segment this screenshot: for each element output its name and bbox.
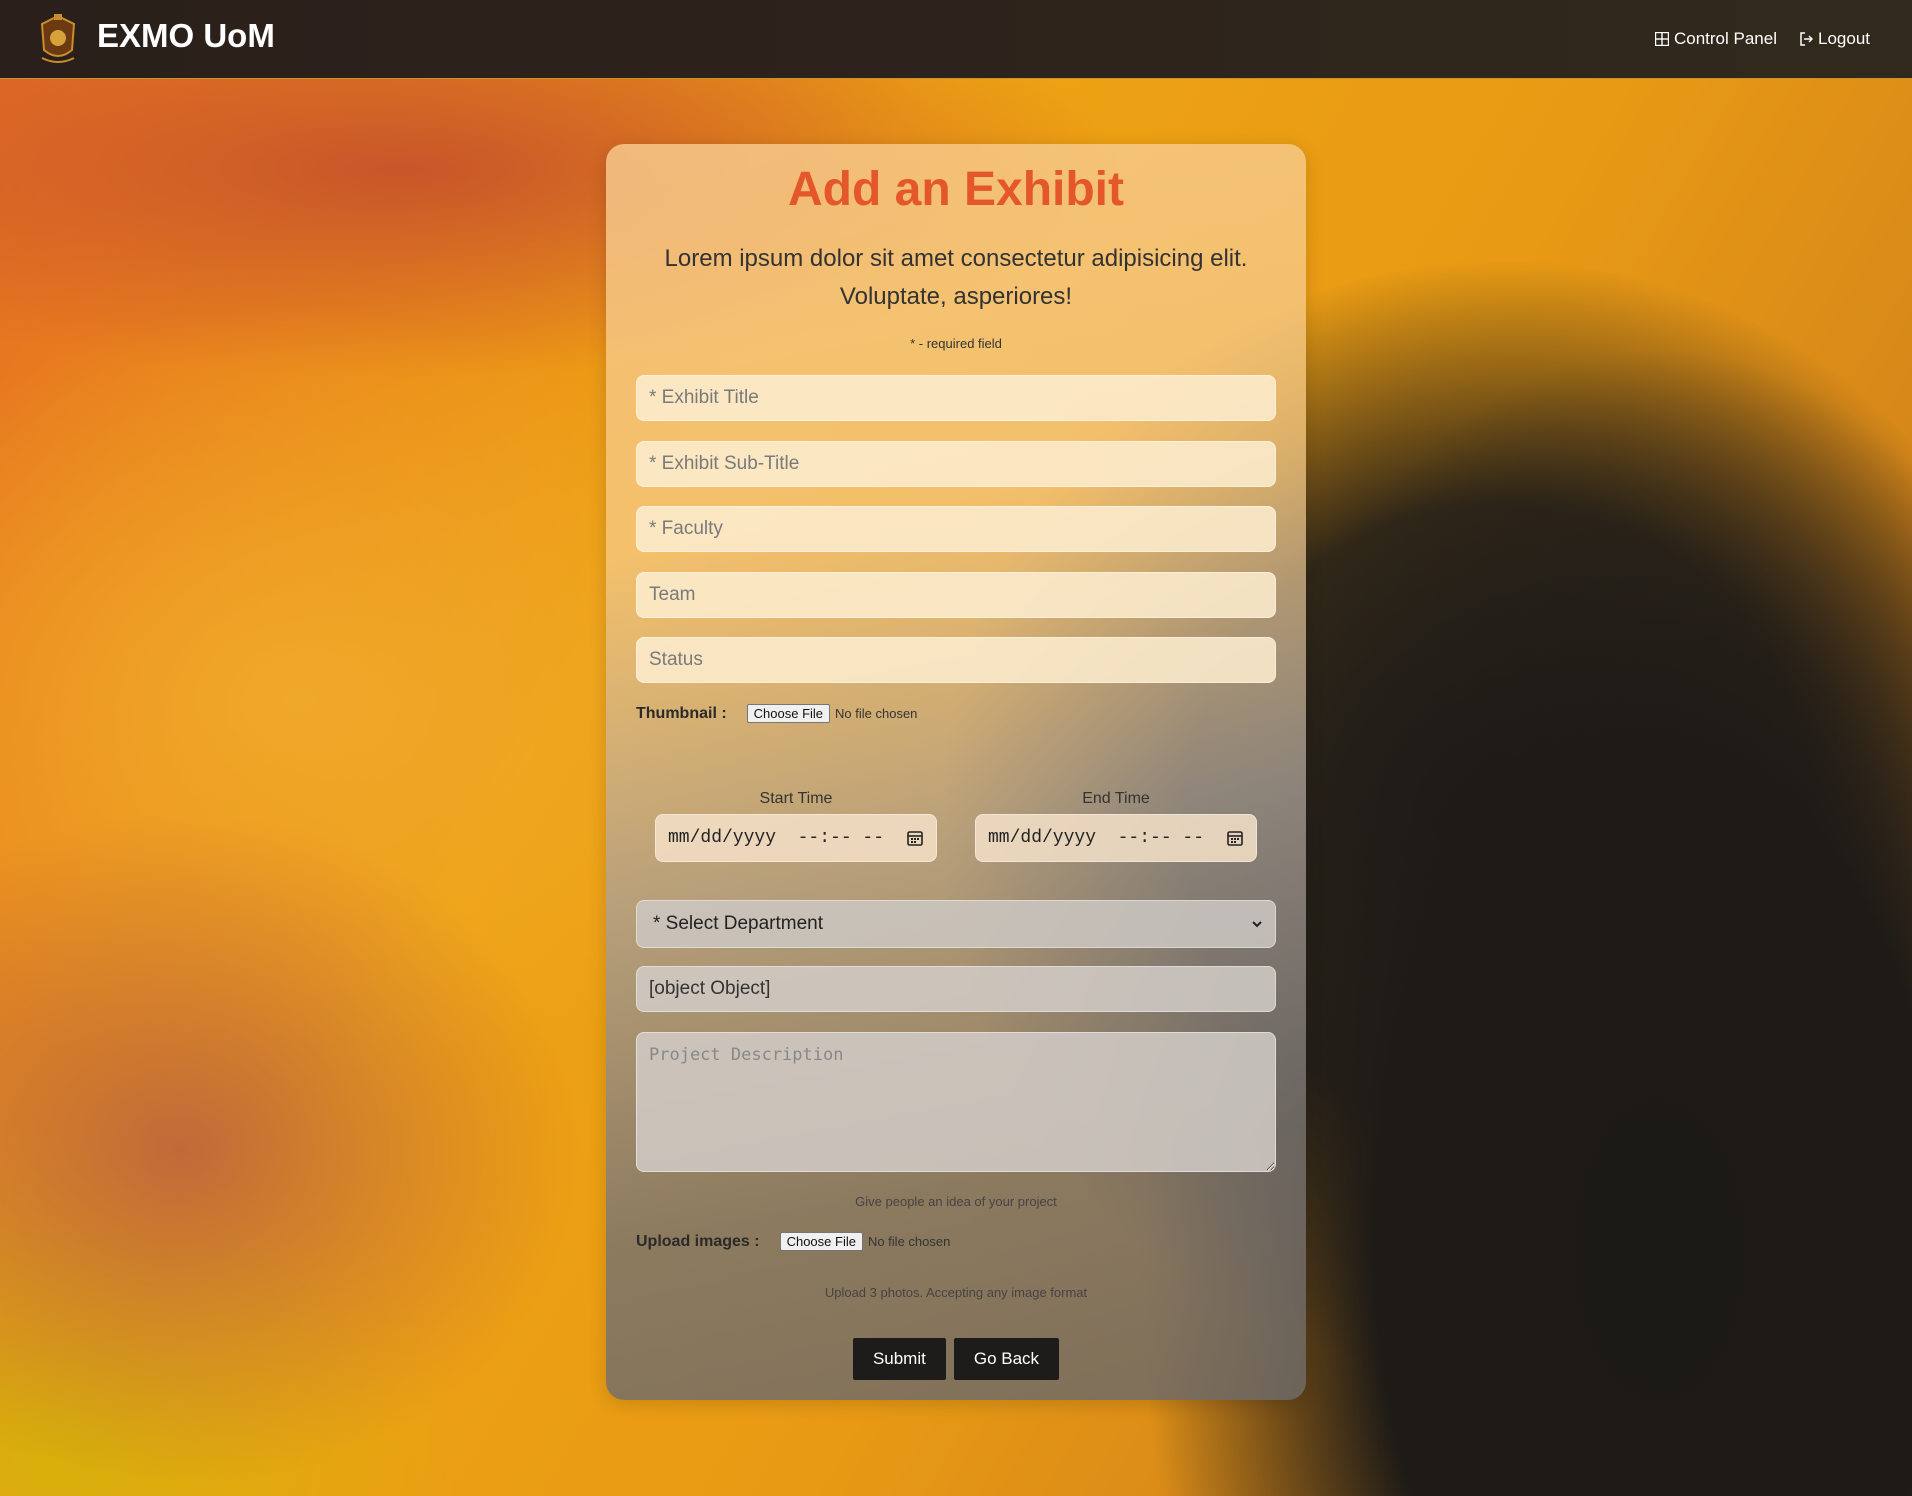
start-time-group: Start Time mm/dd/yyyy --:-- -- [655,790,937,862]
brand-title[interactable]: EXMO UoM [97,17,275,55]
thumbnail-choose-file-button[interactable]: Choose File [746,704,831,723]
status-input[interactable] [636,637,1276,683]
start-time-label: Start Time [759,790,833,807]
description-hint: Give people an idea of your project [855,1194,1057,1209]
nav-links: Control Panel Logout [1654,29,1870,49]
control-panel-label: Control Panel [1673,29,1777,48]
end-time-group: End Time mm/dd/yyyy --:-- -- [975,790,1257,862]
add-exhibit-card: Add an Exhibit Lorem ipsum dolor sit ame… [606,144,1306,1400]
calendar-icon[interactable] [1226,829,1244,847]
object-field-input[interactable] [636,966,1276,1012]
thumbnail-file-status: No file chosen [835,706,918,721]
department-select[interactable]: * Select Department [636,900,1276,948]
logout-label: Logout [1818,29,1870,48]
university-crest-icon[interactable] [36,12,80,66]
navbar: EXMO UoM Control Panel Logout [0,0,1912,79]
team-input[interactable] [636,572,1276,618]
faculty-input[interactable] [636,506,1276,552]
start-time-input[interactable]: mm/dd/yyyy --:-- -- [655,814,937,862]
thumbnail-label: Thumbnail : [636,704,727,722]
upload-images-hint: Upload 3 photos. Accepting any image for… [824,1285,1088,1300]
go-back-button[interactable]: Go Back [953,1338,1060,1380]
upload-images-row: Upload images : Choose File No file chos… [636,1232,950,1251]
grid-icon [1654,32,1669,46]
required-note: * - required field [910,336,1002,351]
exhibit-title-input[interactable] [636,375,1276,421]
chevron-down-icon [1252,921,1262,928]
end-time-value: mm/dd/yyyy --:-- -- [988,828,1205,848]
department-selected-value: * Select Department [653,913,824,934]
exhibit-subtitle-input[interactable] [636,441,1276,487]
form-actions: Submit Go Back [606,1338,1306,1380]
sign-out-icon [1800,32,1813,46]
lead-text: Lorem ipsum dolor sit amet consectetur a… [664,245,1248,310]
logout-link[interactable]: Logout [1799,29,1870,49]
submit-button[interactable]: Submit [852,1338,946,1380]
page-title: Add an Exhibit [788,163,1124,216]
end-time-input[interactable]: mm/dd/yyyy --:-- -- [975,814,1257,862]
upload-images-choose-file-button[interactable]: Choose File [779,1232,863,1251]
project-description-textarea[interactable] [636,1032,1276,1172]
calendar-icon[interactable] [906,829,924,847]
thumbnail-row: Thumbnail : Choose File No file chosen [636,704,917,723]
end-time-label: End Time [1082,790,1150,807]
upload-images-label: Upload images : [636,1232,760,1250]
start-time-value: mm/dd/yyyy --:-- -- [668,828,885,848]
control-panel-link[interactable]: Control Panel [1654,29,1777,49]
upload-images-file-status: No file chosen [867,1234,951,1249]
